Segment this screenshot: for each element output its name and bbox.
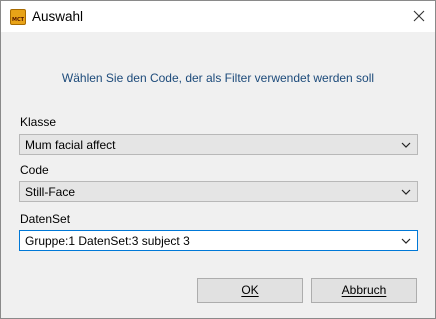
instruction-text: Wählen Sie den Code, der als Filter verw… [61, 71, 375, 85]
datenset-label: DatenSet [20, 212, 71, 226]
klasse-dropdown[interactable]: Mum facial affect [19, 134, 418, 155]
chevron-down-icon [401, 238, 411, 244]
app-icon-text: MCT [11, 17, 25, 23]
title-bar: MCT Auswahl [1, 1, 435, 32]
close-button[interactable] [403, 1, 435, 32]
datenset-dropdown-value: Gruppe:1 DatenSet:3 subject 3 [25, 234, 190, 248]
app-icon: MCT [10, 9, 26, 25]
code-label: Code [20, 163, 49, 177]
chevron-down-icon [401, 142, 411, 148]
chevron-down-icon [401, 189, 411, 195]
ok-button[interactable]: OK [197, 278, 303, 303]
cancel-button[interactable]: Abbruch [311, 278, 417, 303]
auswahl-dialog: MCT Auswahl Wählen Sie den Code, der als… [0, 0, 436, 319]
klasse-dropdown-value: Mum facial affect [25, 138, 116, 152]
close-icon [413, 10, 425, 22]
code-dropdown-value: Still-Face [25, 185, 76, 199]
datenset-dropdown[interactable]: Gruppe:1 DatenSet:3 subject 3 [19, 230, 418, 251]
code-dropdown[interactable]: Still-Face [19, 181, 418, 202]
klasse-label: Klasse [20, 115, 57, 129]
window-title: Auswahl [32, 9, 84, 24]
